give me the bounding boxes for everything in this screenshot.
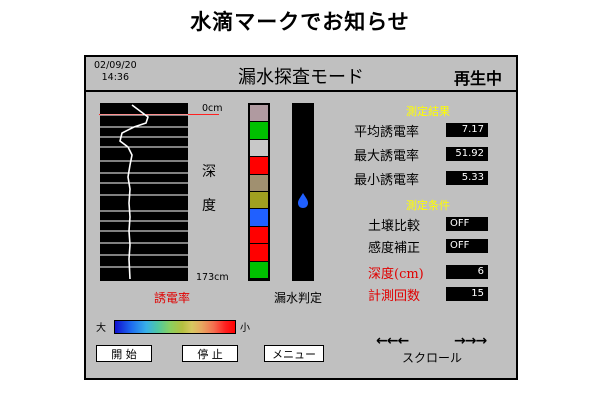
scale-left-label: 大 — [96, 323, 106, 334]
status-text: 再生中 — [453, 69, 502, 88]
sensitivity-label: 感度補正 — [368, 241, 421, 256]
max-value: 51.92 — [446, 147, 488, 161]
strip-segment — [250, 244, 268, 261]
sensitivity-value[interactable]: OFF — [446, 239, 488, 253]
avg-label: 平均誘電率 — [354, 125, 420, 140]
strip-segment — [250, 261, 268, 278]
depth-vertical-label: 深 — [202, 164, 216, 180]
scroll-left-button[interactable]: ←←← — [376, 333, 409, 349]
header-divider — [86, 90, 516, 92]
results-heading: 測定結果 — [406, 105, 450, 118]
leak-judgement-label: 漏水判定 — [274, 291, 323, 305]
page-heading: 水滴マークでお知らせ — [190, 10, 410, 34]
count-value[interactable]: 15 — [446, 287, 488, 301]
depth-cm-value[interactable]: 6 — [446, 265, 488, 279]
color-scale-bar — [114, 320, 236, 334]
scroll-right-button[interactable]: →→→ — [454, 333, 487, 349]
min-value: 5.33 — [446, 171, 488, 185]
avg-value: 7.17 — [446, 123, 488, 137]
permittivity-profile — [99, 103, 219, 281]
count-label: 計測回数 — [368, 289, 421, 304]
strip-segment — [250, 174, 268, 191]
depth-cm-label: 深度(cm) — [368, 267, 424, 282]
strip-segment — [250, 157, 268, 174]
min-label: 最小誘電率 — [354, 173, 420, 188]
strip-segment — [250, 209, 268, 226]
max-label: 最大誘電率 — [354, 149, 420, 164]
strip-segment — [250, 122, 268, 139]
mode-title: 漏水探査モード — [238, 67, 364, 88]
strip-segment — [250, 139, 268, 157]
start-button[interactable]: 開 始 — [96, 345, 152, 362]
conditions-heading: 測定条件 — [406, 199, 450, 212]
permittivity-color-strip — [248, 103, 270, 281]
depth-vertical-label-2: 度 — [202, 198, 216, 214]
stop-button[interactable]: 停 止 — [182, 345, 238, 362]
depth-top-label: 0cm — [202, 103, 223, 114]
leak-judgement-strip — [292, 103, 314, 281]
depth-bottom-label: 173cm — [196, 272, 229, 283]
soil-compare-value[interactable]: OFF — [446, 217, 488, 231]
strip-segment — [250, 105, 268, 122]
scale-right-label: 小 — [240, 323, 250, 334]
strip-segment — [250, 226, 268, 244]
permittivity-label: 誘電率 — [154, 291, 191, 305]
profile-graph — [100, 104, 188, 280]
device-panel: 02/09/20 14:36 漏水探査モード 再生中 0cm 173cm 深 度… — [84, 55, 518, 380]
soil-compare-label: 土壌比較 — [368, 219, 421, 234]
strip-segment — [250, 192, 268, 209]
scroll-label: スクロール — [402, 351, 463, 365]
menu-button[interactable]: メニュー — [264, 345, 324, 362]
water-drop-icon — [298, 193, 308, 208]
